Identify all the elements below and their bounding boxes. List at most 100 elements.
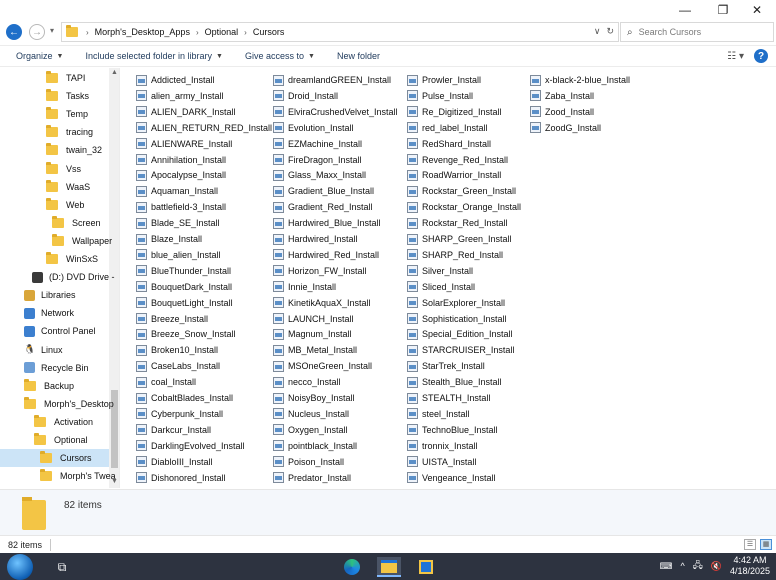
file-item[interactable]: Gradient_Red_Install xyxy=(273,199,373,215)
keyboard-icon[interactable]: ⌨ xyxy=(659,561,672,572)
file-item[interactable]: Gradient_Blue_Install xyxy=(273,183,374,199)
minimize-button[interactable]: — xyxy=(668,0,702,20)
address-history-icon[interactable]: ∨ xyxy=(594,26,601,37)
file-item[interactable]: DarklingEvolved_Install xyxy=(136,438,245,454)
file-item[interactable]: Revenge_Red_Install xyxy=(407,152,508,168)
sidebar-item-cursors[interactable]: Cursors xyxy=(0,449,109,468)
file-item[interactable]: Innie_Install xyxy=(273,279,336,295)
file-item[interactable]: Blaze_Install xyxy=(136,231,202,247)
file-item[interactable]: tronnix_Install xyxy=(407,438,478,454)
file-item[interactable]: Dishonored_Install xyxy=(136,470,226,486)
network-icon[interactable]: 🖧 xyxy=(693,558,703,574)
file-item[interactable]: Addicted_Install xyxy=(136,72,215,88)
file-item[interactable]: ALIENWARE_Install xyxy=(136,136,232,152)
file-item[interactable]: Apocalypse_Install xyxy=(136,167,226,183)
sidebar-item-recycle-bin[interactable]: Recycle Bin xyxy=(0,359,109,377)
file-item[interactable]: Glass_Maxx_Install xyxy=(273,167,366,183)
file-item[interactable]: Sliced_Install xyxy=(407,279,475,295)
file-item[interactable]: x-black-2-blue_Install xyxy=(530,72,630,88)
back-button[interactable]: ← xyxy=(6,24,22,40)
breadcrumb-optional[interactable]: Optional xyxy=(203,27,241,37)
breadcrumb-cursors[interactable]: Cursors xyxy=(251,27,287,37)
file-item[interactable]: necco_Install xyxy=(273,374,341,390)
file-item[interactable]: BouquetDark_Install xyxy=(136,279,232,295)
file-item[interactable]: Rockstar_Green_Install xyxy=(407,183,516,199)
give-access-button[interactable]: Give access to ▼ xyxy=(245,51,315,61)
sidebar-item-wallpaper[interactable]: Wallpaper xyxy=(0,232,112,250)
file-explorer-icon[interactable] xyxy=(377,557,401,577)
sidebar-item-screen[interactable]: Screen xyxy=(0,214,109,232)
file-item[interactable]: Re_Digitized_Install xyxy=(407,104,502,120)
sidebar-item-morphs-tweaks[interactable]: Morph's Twea xyxy=(0,467,116,485)
file-item[interactable]: Rockstar_Orange_Install xyxy=(407,199,521,215)
file-item[interactable]: Predator_Install xyxy=(273,470,351,486)
file-item[interactable]: Silver_Install xyxy=(407,263,473,279)
file-item[interactable]: Rockstar_Red_Install xyxy=(407,215,508,231)
scroll-up-arrow-icon[interactable]: ▲ xyxy=(109,69,119,79)
sidebar-item-optional[interactable]: Optional xyxy=(0,431,109,449)
file-item[interactable]: Nucleus_Install xyxy=(273,406,349,422)
file-item[interactable]: red_label_Install xyxy=(407,120,488,136)
forward-button[interactable]: → xyxy=(29,24,45,40)
search-input[interactable]: ⌕ Search Cursors xyxy=(620,22,774,42)
file-item[interactable]: steel_Install xyxy=(407,406,470,422)
edge-browser-icon[interactable] xyxy=(342,557,362,577)
sidebar-item-tapi[interactable]: TAPI xyxy=(0,69,109,87)
file-item[interactable]: BlueThunder_Install xyxy=(136,263,231,279)
file-item[interactable]: Sophistication_Install xyxy=(407,311,507,327)
volume-muted-icon[interactable]: 🔇 xyxy=(711,561,722,572)
include-library-button[interactable]: Include selected folder in library ▼ xyxy=(85,51,223,61)
sidebar-item-morphs-desktop[interactable]: Morph's_Desktop xyxy=(0,395,114,413)
file-item[interactable]: SHARP_Green_Install xyxy=(407,231,512,247)
breadcrumb-desktop-apps[interactable]: Morph's_Desktop_Apps xyxy=(93,27,192,37)
file-item[interactable]: Evolution_Install xyxy=(273,120,354,136)
sidebar-item-control-panel[interactable]: Control Panel xyxy=(0,322,109,340)
file-item[interactable]: coal_Install xyxy=(136,374,196,390)
help-icon[interactable]: ? xyxy=(754,49,768,63)
maximize-button[interactable]: ❐ xyxy=(706,0,740,20)
file-item[interactable]: DiabloIII_Install xyxy=(136,454,213,470)
sidebar-item-twain32[interactable]: twain_32 xyxy=(0,141,109,159)
file-item[interactable]: Stealth_Blue_Install xyxy=(407,374,502,390)
file-item[interactable]: Cyberpunk_Install xyxy=(136,406,223,422)
large-icons-view-button[interactable]: ▦ xyxy=(760,539,772,550)
recent-locations-dropdown[interactable]: ▾ xyxy=(50,26,54,35)
store-icon[interactable] xyxy=(416,557,436,577)
file-item[interactable]: Vengeance_Install xyxy=(407,470,496,486)
file-item[interactable]: Darkcur_Install xyxy=(136,422,211,438)
file-item[interactable]: ZoodG_Install xyxy=(530,120,601,136)
sidebar-item-tracing[interactable]: tracing xyxy=(0,123,109,141)
file-item[interactable]: Poison_Install xyxy=(273,454,344,470)
file-item[interactable]: KinetikAquaX_Install xyxy=(273,295,371,311)
file-item[interactable]: STEALTH_Install xyxy=(407,390,490,406)
file-item[interactable]: Aquaman_Install xyxy=(136,183,218,199)
file-item[interactable]: Breeze_Install xyxy=(136,311,208,327)
chevron-up-icon[interactable]: ^ xyxy=(680,561,684,571)
file-item[interactable]: ElviraCrushedVelvet_Install xyxy=(273,104,398,120)
file-item[interactable]: TechnoBlue_Install xyxy=(407,422,498,438)
file-item[interactable]: Prowler_Install xyxy=(407,72,481,88)
file-item[interactable]: FireDragon_Install xyxy=(273,152,362,168)
file-item[interactable]: CobaltBlades_Install xyxy=(136,390,233,406)
file-item[interactable]: dreamlandGREEN_Install xyxy=(273,72,391,88)
change-view-icon[interactable]: ☷ ▾ xyxy=(727,51,744,62)
file-item[interactable]: ALIEN_RETURN_RED_Install xyxy=(136,120,272,136)
file-item[interactable]: pointblack_Install xyxy=(273,438,357,454)
sidebar-item-vss[interactable]: Vss xyxy=(0,160,109,178)
file-item[interactable]: Special_Edition_Install xyxy=(407,326,513,342)
clock[interactable]: 4:42 AM 4/18/2025 xyxy=(730,555,770,577)
file-item[interactable]: ALIEN_DARK_Install xyxy=(136,104,236,120)
sidebar-item-network[interactable]: Network xyxy=(0,304,109,322)
address-bar[interactable]: › Morph's_Desktop_Apps › Optional › Curs… xyxy=(61,22,619,42)
file-item[interactable]: UISTA_Install xyxy=(407,454,476,470)
file-item[interactable]: StarTrek_Install xyxy=(407,358,485,374)
file-item[interactable]: alien_army_Install xyxy=(136,88,224,104)
sidebar-item-waas[interactable]: WaaS xyxy=(0,178,109,196)
file-item[interactable]: Hardwired_Red_Install xyxy=(273,247,379,263)
start-button[interactable] xyxy=(7,554,33,580)
organize-button[interactable]: Organize ▼ xyxy=(16,51,63,61)
file-item[interactable]: NoisyBoy_Install xyxy=(273,390,355,406)
file-item[interactable]: Annihilation_Install xyxy=(136,152,226,168)
file-item[interactable]: SHARP_Red_Install xyxy=(407,247,503,263)
sidebar-item-activation[interactable]: Activation xyxy=(0,413,109,431)
